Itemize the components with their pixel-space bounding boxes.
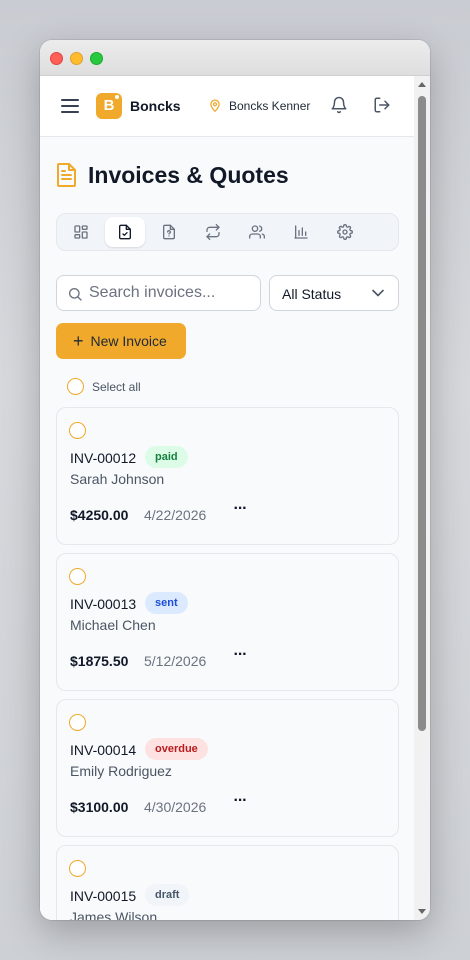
invoice-select-checkbox[interactable] — [69, 714, 86, 731]
chevron-down-icon — [372, 289, 384, 297]
tab-dashboard[interactable] — [61, 217, 101, 247]
client-name: James Wilson — [70, 909, 158, 920]
logo-sparkle-icon — [115, 95, 119, 99]
recurring-icon — [206, 224, 220, 240]
tab-recurring[interactable] — [193, 217, 233, 247]
search-box — [56, 275, 261, 311]
vertical-scrollbar[interactable] — [414, 76, 430, 920]
status-badge: draft — [145, 884, 190, 906]
invoice-number: INV-00012 — [70, 450, 137, 466]
tab-quotes[interactable] — [149, 217, 189, 247]
invoice-amount: $3100.00 — [70, 799, 129, 815]
document-icon — [56, 162, 78, 188]
tab-invoices[interactable] — [105, 217, 145, 247]
invoice-card[interactable]: INV-00014 overdue Emily Rodriguez $3100.… — [56, 699, 399, 837]
window-titlebar — [40, 40, 430, 76]
client-name: Emily Rodriguez — [70, 763, 172, 779]
brand-name: Boncks — [130, 98, 181, 114]
settings-icon — [337, 224, 353, 240]
hamburger-menu-icon[interactable] — [58, 94, 82, 118]
invoice-select-checkbox[interactable] — [69, 860, 86, 877]
tab-clients[interactable] — [237, 217, 277, 247]
invoice-number: INV-00014 — [70, 742, 137, 758]
reports-icon — [294, 225, 308, 239]
minimize-window-button[interactable] — [70, 52, 83, 65]
new-invoice-button[interactable]: + New Invoice — [56, 323, 186, 359]
new-invoice-label: New Invoice — [90, 333, 167, 349]
maximize-window-button[interactable] — [90, 52, 103, 65]
invoice-amount: $4250.00 — [70, 507, 129, 523]
more-options-icon[interactable]: ··· — [228, 646, 252, 674]
invoice-select-checkbox[interactable] — [69, 568, 86, 585]
location-label[interactable]: Boncks Kenner — [229, 99, 310, 113]
clients-icon — [249, 225, 265, 239]
invoice-amount: $1875.50 — [70, 653, 129, 669]
select-all-label: Select all — [92, 379, 141, 394]
scrollbar-thumb[interactable] — [418, 96, 426, 731]
bell-icon[interactable] — [330, 96, 348, 114]
status-filter-select[interactable]: All Status — [269, 275, 399, 311]
page-title: Invoices & Quotes — [88, 162, 289, 188]
invoice-date: 4/22/2026 — [144, 507, 207, 523]
tab-settings[interactable] — [325, 217, 365, 247]
search-input[interactable] — [89, 276, 254, 310]
search-icon — [69, 288, 82, 301]
select-all-row[interactable]: Select all — [67, 378, 141, 395]
invoice-select-checkbox[interactable] — [69, 422, 86, 439]
client-name: Sarah Johnson — [70, 471, 165, 487]
section-tabs — [56, 213, 399, 251]
brand-logo-letter: B — [103, 97, 115, 114]
more-options-icon[interactable]: ··· — [228, 792, 252, 820]
scroll-down-arrow-icon[interactable] — [418, 909, 426, 914]
select-all-checkbox[interactable] — [67, 378, 84, 395]
status-badge: overdue — [145, 738, 208, 760]
plus-icon: + — [73, 331, 84, 351]
client-name: Michael Chen — [70, 617, 156, 633]
invoice-date: 4/30/2026 — [144, 799, 207, 815]
invoice-card[interactable]: INV-00012 paid Sarah Johnson $4250.00 4/… — [56, 407, 399, 545]
invoice-icon — [119, 224, 131, 240]
tab-reports[interactable] — [281, 217, 321, 247]
invoice-card[interactable]: INV-00015 draft James Wilson — [56, 845, 399, 920]
invoice-date: 5/12/2026 — [144, 653, 207, 669]
status-filter-value: All Status — [282, 286, 342, 302]
app-window: B Boncks Boncks Kenner Invoices & Quotes — [40, 40, 430, 920]
more-options-icon[interactable]: ··· — [228, 500, 252, 528]
status-badge: sent — [145, 592, 188, 614]
close-window-button[interactable] — [50, 52, 63, 65]
location-pin-icon — [208, 98, 222, 114]
app-viewport: B Boncks Boncks Kenner Invoices & Quotes — [40, 76, 414, 920]
invoice-card[interactable]: INV-00013 sent Michael Chen $1875.50 5/1… — [56, 553, 399, 691]
logout-icon[interactable] — [373, 96, 391, 114]
invoice-number: INV-00013 — [70, 596, 137, 612]
quote-icon — [163, 224, 175, 240]
brand-logo[interactable]: B — [96, 93, 122, 119]
invoice-number: INV-00015 — [70, 888, 137, 904]
app-header: B Boncks Boncks Kenner — [40, 76, 414, 137]
scroll-up-arrow-icon[interactable] — [418, 82, 426, 87]
status-badge: paid — [145, 446, 188, 468]
dashboard-icon — [74, 225, 88, 239]
